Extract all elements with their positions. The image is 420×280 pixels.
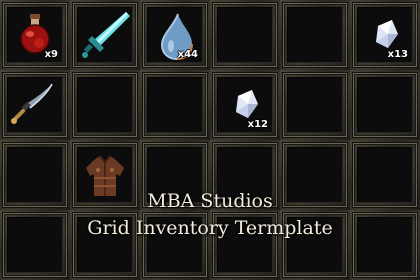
inventory-slot[interactable]	[140, 70, 210, 140]
item-quantity: x9	[44, 49, 58, 60]
slot-well	[77, 77, 133, 133]
inventory-slot[interactable]	[280, 0, 350, 70]
slot-well: x9	[7, 7, 63, 63]
item-quantity: x44	[177, 49, 198, 60]
slot-well	[287, 77, 343, 133]
slot-well	[287, 7, 343, 63]
inventory-slot[interactable]	[350, 70, 420, 140]
caption-template-title: Grid Inventory Termplate	[87, 217, 333, 239]
inventory-slot[interactable]	[70, 70, 140, 140]
slot-well	[357, 77, 413, 133]
inventory-slot[interactable]	[0, 70, 70, 140]
crystal-sword-icon[interactable]	[78, 8, 132, 62]
slot-well	[77, 7, 133, 63]
inventory-slot[interactable]	[70, 0, 140, 70]
slot-well: x44	[147, 7, 203, 63]
curved-dagger-icon[interactable]	[8, 78, 62, 132]
inventory-slot[interactable]: x13	[350, 0, 420, 70]
item-quantity: x13	[387, 49, 408, 60]
item-quantity: x12	[247, 119, 268, 130]
caption-studio-name: MBA Studios	[147, 190, 273, 212]
slot-well: x13	[357, 7, 413, 63]
slot-well	[147, 77, 203, 133]
inventory-slot[interactable]: x12	[210, 70, 280, 140]
inventory-slot[interactable]: x9	[0, 0, 70, 70]
inventory-slot[interactable]	[210, 0, 280, 70]
inventory-slot[interactable]: x44	[140, 0, 210, 70]
slot-well: x12	[217, 77, 273, 133]
slot-well	[217, 7, 273, 63]
slot-well	[7, 77, 63, 133]
inventory-slot[interactable]	[280, 70, 350, 140]
